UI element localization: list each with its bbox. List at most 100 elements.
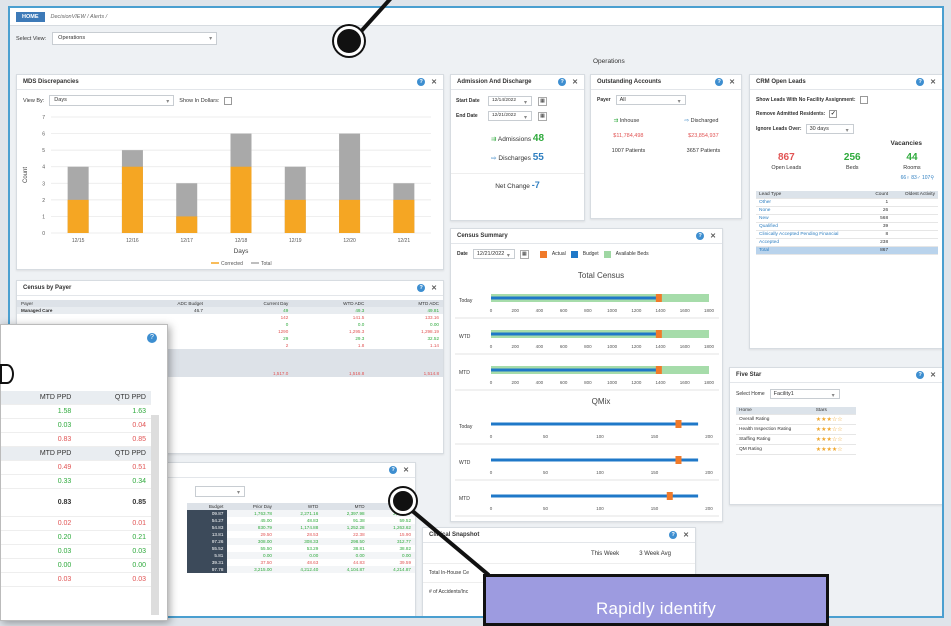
y-tick-label: 6: [42, 132, 45, 138]
star-rating: ★★★☆☆: [812, 414, 856, 425]
close-icon[interactable]: ✕: [403, 466, 409, 474]
cbp-row[interactable]: 142 141.5 133.16: [17, 314, 443, 321]
help-icon[interactable]: ?: [669, 531, 678, 539]
net-change: Net Change -7: [451, 173, 584, 190]
financial-row[interactable]: 09.871,763.782,271.162,397.982,452.97: [187, 510, 415, 517]
help-icon[interactable]: ?: [916, 371, 925, 379]
zoom-cell: 1.58: [1, 404, 77, 419]
help-icon[interactable]: ?: [558, 78, 567, 86]
viewby-dropdown[interactable]: Days: [49, 95, 175, 106]
close-icon[interactable]: ✕: [683, 531, 689, 539]
remove-admitted-checkbox[interactable]: ✓: [829, 110, 838, 118]
legend-beds-swatch: [603, 250, 611, 258]
financial-row[interactable]: 54.83 830.79 1,174.88 1,252.28 1,263.62: [187, 524, 415, 531]
financial-row[interactable]: 5.81 0.00 0.00 0.00 0.00: [187, 552, 415, 559]
lead-row[interactable]: Other 1: [756, 198, 938, 207]
discharges-stat: ⇨ Discharges 55: [451, 152, 584, 163]
cbp-cell: [120, 314, 207, 321]
financial-cell: 13.81: [187, 531, 228, 538]
cbp-cell: 133.16: [424, 315, 439, 320]
budget-bar: [491, 368, 662, 372]
lead-row[interactable]: Clinically Accepted Pending Financial 8: [756, 230, 938, 239]
financial-row[interactable]: 55.52 55.50 53.29 38.81 38.82: [187, 545, 415, 552]
financial-row[interactable]: 13.81 29.50 28.53 22.38 15.90: [187, 531, 415, 538]
cbp-cell: 142: [280, 315, 289, 320]
home-dropdown[interactable]: Facility1: [769, 389, 840, 399]
y-tick-label: 5: [42, 148, 45, 154]
star-rating: ★★★☆☆: [812, 424, 856, 435]
financial-cell: 1,174.88: [300, 525, 319, 530]
help-icon[interactable]: ?: [417, 284, 426, 292]
budget-bar: [491, 422, 699, 426]
gauge-tick: 1400: [656, 380, 667, 385]
net-change-value: -7: [531, 180, 540, 190]
start-date-input[interactable]: 12/14/2022: [488, 96, 532, 106]
actual-marker: [655, 294, 662, 302]
home-select-row: Select Home Facility1: [730, 383, 942, 405]
lead-row[interactable]: None 26: [756, 206, 938, 215]
zoom-cell: 0.49: [1, 460, 77, 475]
show-dollars-label: Show In Dollars:: [179, 97, 220, 104]
gauge-tick: 150: [651, 470, 659, 475]
ignore-days-dropdown[interactable]: 30 days: [805, 124, 854, 134]
y-tick-label: 4: [42, 165, 45, 171]
close-icon[interactable]: ✕: [431, 78, 437, 86]
discharge-icon: ⇨: [491, 155, 497, 162]
payer-dropdown[interactable]: All: [615, 95, 686, 105]
lead-row[interactable]: Total 867: [756, 246, 938, 255]
help-icon[interactable]: ?: [715, 78, 724, 86]
close-icon[interactable]: ✕: [729, 78, 735, 86]
calendar-icon[interactable]: ▦: [538, 111, 547, 121]
rating-name: Overall Rating: [736, 414, 813, 425]
x-tick-label: 12/18: [235, 238, 248, 244]
financial-dropdown[interactable]: [195, 486, 245, 497]
net-change-label: Net Change: [495, 183, 530, 190]
select-view-dropdown[interactable]: Operations: [52, 32, 218, 45]
y-tick-label: 1: [42, 214, 45, 220]
home-tab[interactable]: HOME: [16, 11, 45, 22]
lead-row[interactable]: New 568: [756, 214, 938, 223]
financial-row[interactable]: 97.26 308.00 308.33 298.50 312.77: [187, 538, 415, 545]
census-date-input[interactable]: 12/21/2022: [472, 249, 515, 259]
close-icon[interactable]: ✕: [710, 232, 716, 240]
cbp-col: MTD ADC: [368, 300, 443, 307]
zoom-table-bottom: MTD PPD QTD PPD 0.49 0.51 0.33 0.34 0.83 0.85 0…: [1, 447, 151, 587]
discharged-patients: 3657 Patients: [686, 148, 721, 154]
viewby-label: View By:: [23, 97, 45, 104]
financial-row[interactable]: 97.78 3,215.00 4,212.40 4,104.87 4,214.87: [187, 566, 415, 573]
close-icon[interactable]: ✕: [930, 371, 936, 379]
zoom-scrollbar[interactable]: [151, 415, 159, 615]
close-icon[interactable]: ✕: [431, 284, 437, 292]
calendar-icon[interactable]: ▦: [538, 96, 547, 106]
close-icon[interactable]: ✕: [572, 78, 578, 86]
financial-row[interactable]: 39.31 37.50 48.63 44.83 39.59: [187, 559, 415, 566]
admissions-label: Admissions: [497, 136, 532, 143]
cbp-row[interactable]: Managed Care 46.7 49 49.3 49.81: [17, 307, 443, 314]
y-tick-label: 0: [42, 231, 45, 237]
breadcrumb[interactable]: DecisionVIEW / Alerts /: [51, 14, 108, 20]
help-icon[interactable]: ?: [916, 78, 925, 86]
financial-col: MTD: [322, 503, 369, 510]
zoom-table-top: MTD PPD QTD PPD 1.58 1.63 0.03 0.04 0.83 0.85: [1, 391, 151, 447]
end-date-input[interactable]: 12/21/2022: [488, 111, 532, 121]
gauge-tick: 1600: [680, 380, 691, 385]
financial-table: BudgetPrior DayWTDMTDQTD 09.871,763.782,…: [187, 503, 415, 573]
lead-value-cell: 867: [866, 246, 892, 255]
no-facility-checkbox[interactable]: [859, 96, 868, 104]
lead-row[interactable]: Accepted 238: [756, 238, 938, 247]
accounts-patients: 1007 Patients 3657 Patients: [591, 148, 741, 154]
cbp-cell: 2: [285, 343, 289, 348]
close-icon[interactable]: ✕: [930, 78, 936, 86]
crm-header: CRM Open Leads? ✕: [750, 75, 942, 90]
help-icon[interactable]: ?: [696, 232, 705, 240]
help-icon[interactable]: ?: [389, 466, 398, 474]
show-dollars-checkbox[interactable]: [224, 96, 233, 105]
financial-row[interactable]: 54.27 45.00 48.83 91.38 59.52: [187, 517, 415, 524]
help-icon[interactable]: ?: [147, 333, 157, 343]
help-icon[interactable]: ?: [417, 78, 426, 86]
lead-row[interactable]: Qualified 39: [756, 222, 938, 231]
discharged-icon: ⇨: [684, 118, 690, 124]
calendar-icon[interactable]: ▦: [519, 249, 529, 259]
admissions-stat: ⇉ Admissions 48: [451, 133, 584, 144]
gauge-tick: 200: [511, 308, 519, 313]
